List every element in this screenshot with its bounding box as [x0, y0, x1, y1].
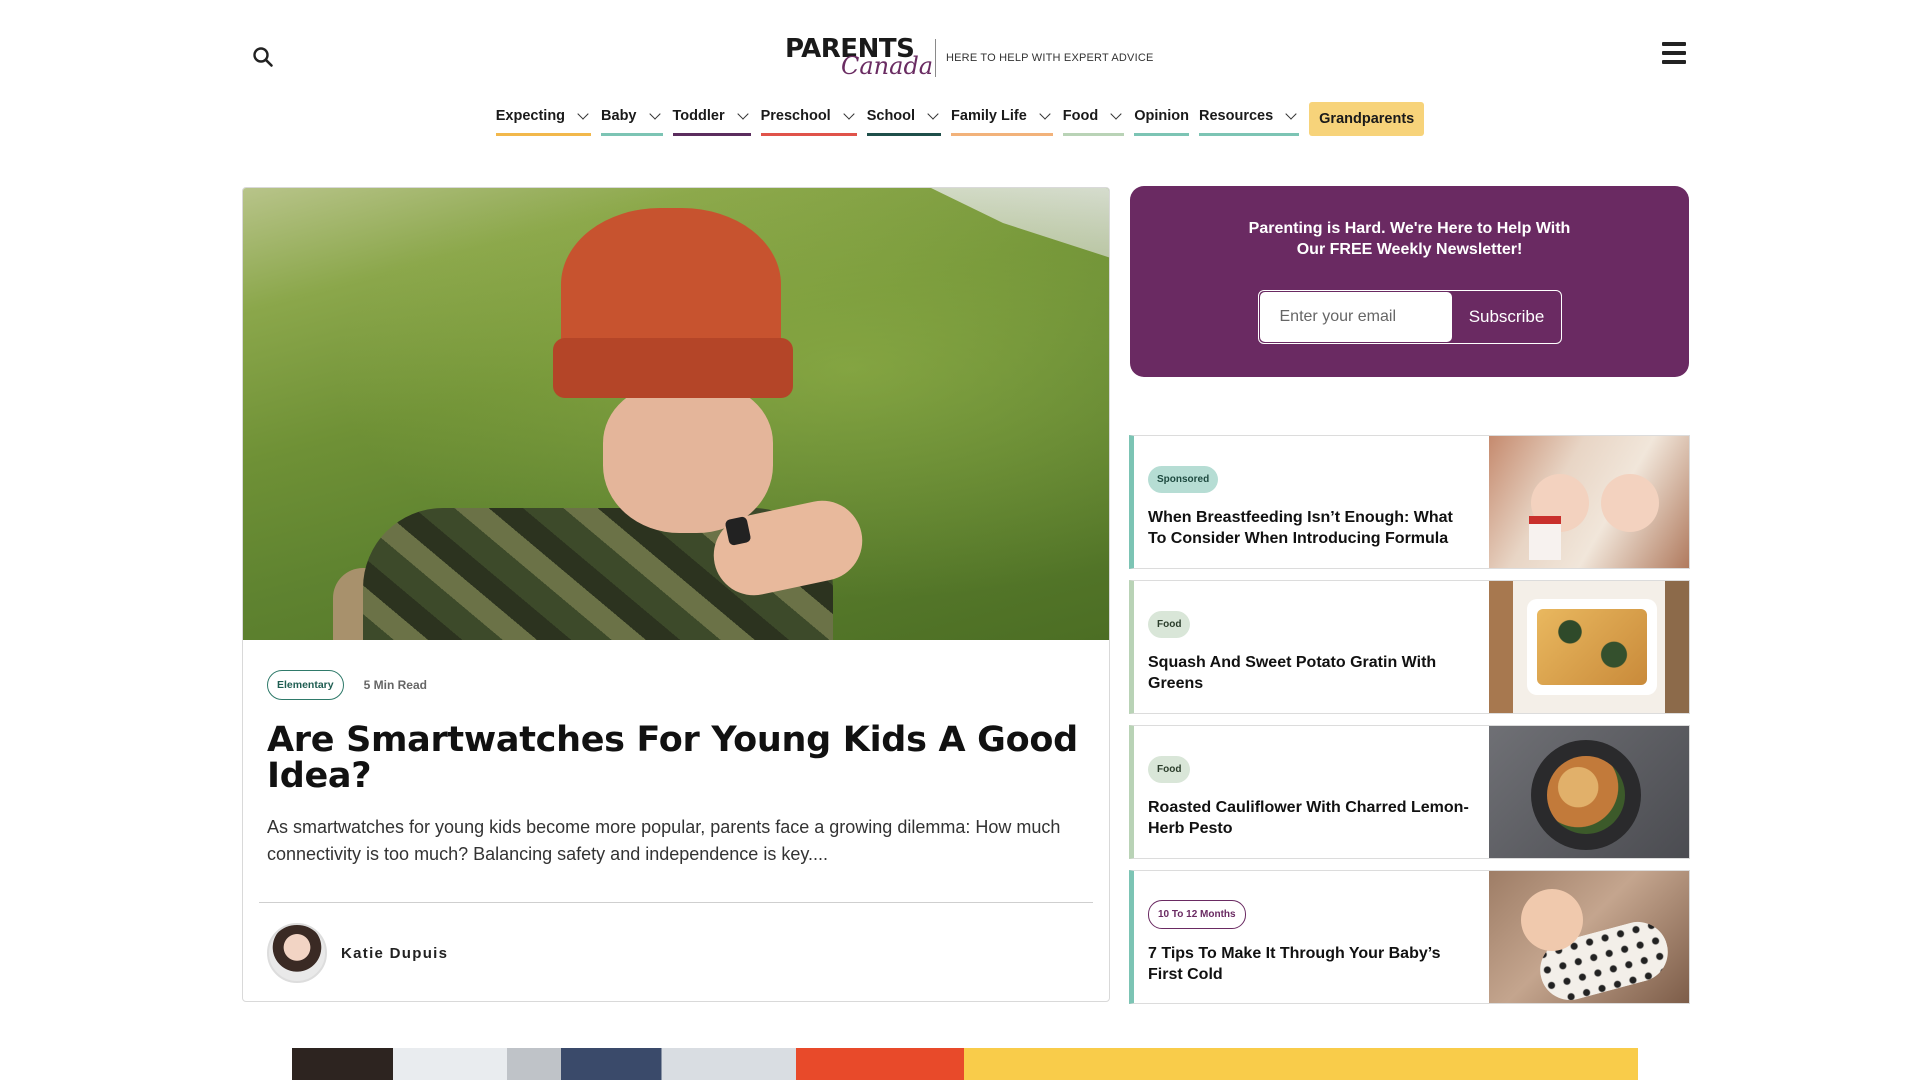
- image-baby-head: [1521, 889, 1583, 951]
- featured-article-image[interactable]: [243, 188, 1109, 640]
- chevron-down-icon[interactable]: [1039, 107, 1051, 120]
- newsletter-title: Parenting is Hard. We're Here to Help Wi…: [1248, 220, 1571, 258]
- chevron-down-icon[interactable]: [927, 107, 939, 120]
- side-article-text: Food Roasted Cauliflower With Charred Le…: [1134, 726, 1489, 858]
- side-article-title[interactable]: When Breastfeeding Isn’t Enough: What To…: [1148, 507, 1475, 549]
- category-tag[interactable]: Elementary: [267, 670, 344, 700]
- image-cauliflower: [1547, 756, 1625, 834]
- featured-article-card[interactable]: Elementary 5 Min Read Are Smartwatches F…: [242, 187, 1110, 1002]
- main-nav: Expecting Baby Toddler Preschool School …: [0, 102, 1920, 136]
- image-boy-face: [603, 383, 773, 533]
- menu-line: [1662, 60, 1686, 64]
- image-formula-can: [1529, 516, 1561, 560]
- nav-item-expecting[interactable]: Expecting: [495, 102, 592, 136]
- image-beanie-band: [553, 338, 793, 398]
- chevron-down-icon[interactable]: [648, 107, 661, 120]
- side-article-title[interactable]: Squash And Sweet Potato Gratin With Gree…: [1148, 652, 1475, 694]
- search-button[interactable]: [252, 46, 278, 72]
- category-tag[interactable]: Food: [1148, 756, 1191, 783]
- side-article-text: Sponsored When Breastfeeding Isn’t Enoug…: [1134, 436, 1489, 568]
- search-icon: [253, 47, 273, 67]
- category-tag[interactable]: 10 To 12 Months: [1148, 900, 1246, 929]
- chevron-down-icon[interactable]: [843, 107, 855, 120]
- banner-panel: [964, 1048, 1638, 1080]
- side-article-title[interactable]: Roasted Cauliflower With Charred Lemon-H…: [1148, 797, 1475, 839]
- menu-line: [1662, 51, 1686, 55]
- nav-label: Food: [1062, 107, 1099, 124]
- chevron-down-icon[interactable]: [736, 107, 749, 120]
- nav-item-resources[interactable]: Resources: [1199, 102, 1300, 136]
- side-article-image[interactable]: [1489, 726, 1689, 858]
- side-article-list: Sponsored When Breastfeeding Isn’t Enoug…: [1129, 435, 1690, 1015]
- nav-label: Family Life: [951, 107, 1027, 124]
- next-section-banner[interactable]: [292, 1048, 1638, 1080]
- article-meta: Elementary 5 Min Read: [267, 670, 1085, 700]
- logo-wordmark: PARENTS Canada: [785, 34, 933, 82]
- nav-label: Baby: [601, 107, 637, 124]
- logo-canada-text: Canada: [841, 52, 934, 80]
- hamburger-menu-icon[interactable]: [1662, 42, 1686, 64]
- nav-label: Preschool: [760, 107, 831, 124]
- nav-item-food[interactable]: Food: [1062, 102, 1125, 136]
- newsletter-form: Subscribe: [1257, 290, 1562, 344]
- nav-item-baby[interactable]: Baby: [601, 102, 663, 136]
- side-article-image[interactable]: [1489, 436, 1689, 568]
- author-name[interactable]: Katie Dupuis: [341, 945, 448, 962]
- image-baby: [1601, 474, 1659, 532]
- side-article-card[interactable]: Sponsored When Breastfeeding Isn’t Enoug…: [1129, 435, 1690, 569]
- featured-article-body: Elementary 5 Min Read Are Smartwatches F…: [243, 640, 1109, 983]
- nav-label: Expecting: [495, 107, 566, 124]
- menu-line: [1662, 42, 1686, 46]
- site-tagline: HERE TO HELP WITH EXPERT ADVICE: [946, 52, 1154, 64]
- site-logo[interactable]: PARENTS Canada HERE TO HELP WITH EXPERT …: [785, 34, 1154, 82]
- side-article-image[interactable]: [1489, 581, 1689, 713]
- nav-label: School: [866, 107, 916, 124]
- nav-label: Toddler: [672, 107, 725, 124]
- nav-label: Resources: [1199, 107, 1274, 124]
- side-article-text: Food Squash And Sweet Potato Gratin With…: [1134, 581, 1489, 713]
- side-article-card[interactable]: 10 To 12 Months 7 Tips To Make It Throug…: [1129, 870, 1690, 1004]
- side-article-title[interactable]: 7 Tips To Make It Through Your Baby’s Fi…: [1148, 943, 1475, 985]
- author-byline[interactable]: Katie Dupuis: [267, 923, 1085, 983]
- email-input[interactable]: [1259, 292, 1452, 342]
- nav-item-family-life[interactable]: Family Life: [951, 102, 1053, 136]
- category-tag[interactable]: Food: [1148, 611, 1191, 638]
- divider: [259, 902, 1093, 903]
- side-article-text: 10 To 12 Months 7 Tips To Make It Throug…: [1134, 871, 1489, 1003]
- chevron-down-icon[interactable]: [1110, 107, 1122, 120]
- nav-item-toddler[interactable]: Toddler: [672, 102, 751, 136]
- side-article-card[interactable]: Food Squash And Sweet Potato Gratin With…: [1129, 580, 1690, 714]
- subscribe-button[interactable]: Subscribe: [1453, 291, 1561, 343]
- side-article-card[interactable]: Food Roasted Cauliflower With Charred Le…: [1129, 725, 1690, 859]
- author-avatar: [267, 923, 327, 983]
- chevron-down-icon[interactable]: [1285, 107, 1297, 120]
- nav-label: Grandparents: [1319, 111, 1415, 127]
- nav-label: Opinion: [1134, 107, 1189, 124]
- nav-item-opinion[interactable]: Opinion: [1134, 102, 1189, 136]
- nav-item-school[interactable]: School: [866, 102, 942, 136]
- category-tag[interactable]: Sponsored: [1148, 466, 1219, 493]
- banner-image[interactable]: [292, 1048, 964, 1080]
- read-time: 5 Min Read: [363, 678, 427, 692]
- nav-item-preschool[interactable]: Preschool: [760, 102, 857, 136]
- chevron-down-icon[interactable]: [577, 107, 589, 120]
- newsletter-signup: Parenting is Hard. We're Here to Help Wi…: [1130, 186, 1689, 377]
- side-article-image[interactable]: [1489, 871, 1689, 1003]
- image-gratin: [1537, 609, 1647, 685]
- featured-article-title[interactable]: Are Smartwatches For Young Kids A Good I…: [267, 722, 1085, 794]
- featured-article-excerpt: As smartwatches for young kids become mo…: [267, 817, 1061, 864]
- logo-divider: [935, 39, 936, 77]
- nav-item-grandparents[interactable]: Grandparents: [1309, 102, 1425, 136]
